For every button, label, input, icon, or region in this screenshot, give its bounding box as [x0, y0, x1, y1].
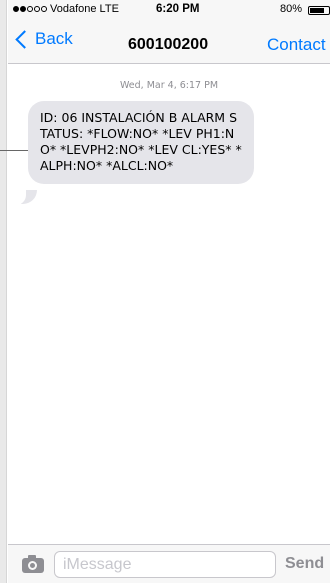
message-input[interactable]: iMessage [54, 551, 276, 578]
battery-percent: 80% [280, 3, 303, 15]
back-label: Back [35, 29, 73, 48]
back-button[interactable]: Back [12, 29, 73, 49]
battery-icon [308, 6, 330, 15]
carrier-label: Vodafone LTE [50, 3, 119, 15]
signal-dots-icon [13, 6, 47, 12]
camera-icon[interactable] [22, 555, 44, 573]
send-button[interactable]: Send [285, 555, 324, 573]
message-timestamp: Wed, Mar 4, 6:17 PM [119, 80, 219, 91]
status-time: 6:20 PM [156, 3, 200, 15]
chevron-left-icon [15, 29, 34, 49]
navigation-bar: Back 600100200 Contact [8, 20, 330, 64]
contact-button[interactable]: Contact [267, 35, 326, 55]
composer-bar: iMessage Send [8, 544, 330, 583]
left-frame-edge [0, 0, 7, 583]
conversation-title: 600100200 [128, 36, 209, 53]
incoming-message-bubble[interactable]: ID: 06 INSTALACIÓN B ALARM STATUS: *FLOW… [28, 101, 254, 184]
status-bar: Vodafone LTE 6:20 PM 80% [8, 0, 330, 20]
